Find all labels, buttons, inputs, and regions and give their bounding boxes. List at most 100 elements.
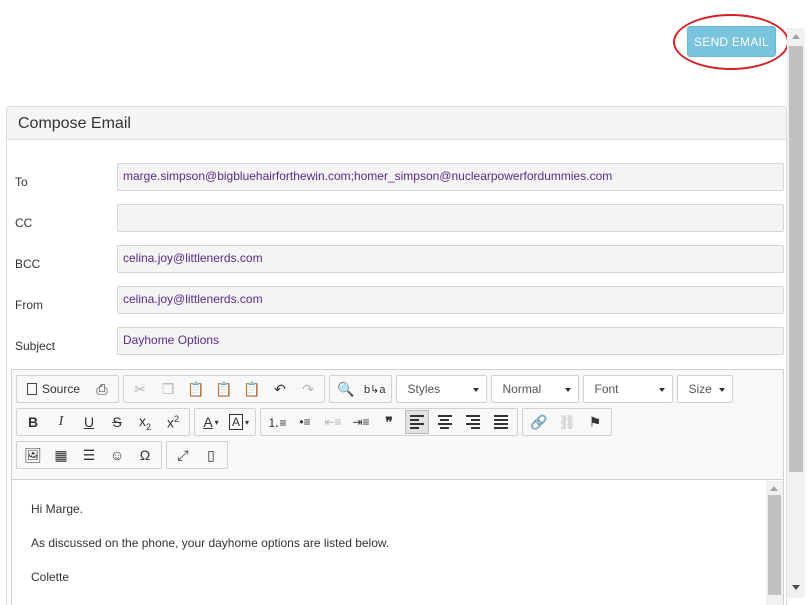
bcc-label: BCC <box>15 257 41 271</box>
align-right-button[interactable] <box>461 410 485 434</box>
source-label: Source <box>42 382 81 396</box>
to-field[interactable]: marge.simpson@bigbluehairforthewin.com;h… <box>117 163 784 191</box>
from-row: From celina.joy@littlenerds.com <box>7 286 788 314</box>
show-blocks-button[interactable]: ▯ <box>199 443 223 467</box>
strike-icon: S <box>112 414 122 430</box>
outdent-button[interactable]: ⇤≡ <box>321 410 345 434</box>
bold-button[interactable]: B <box>21 410 45 434</box>
paste-button[interactable]: 📋 <box>184 377 208 401</box>
print-button[interactable]: ⎙ <box>90 377 114 401</box>
bg-color-button[interactable]: A ▾ <box>227 410 251 434</box>
find-button[interactable]: 🔍 <box>334 377 358 401</box>
editor-scrollbar-thumb[interactable] <box>768 495 781 595</box>
bulleted-list-button[interactable]: •≡ <box>293 410 317 434</box>
align-left-button[interactable] <box>405 410 430 434</box>
unlink-button[interactable]: ⛓ <box>555 410 579 434</box>
chevron-down-icon: ▾ <box>245 417 250 427</box>
redo-button[interactable]: ↷ <box>296 377 320 401</box>
toolbar-group-links: 🔗 ⛓ ⚑ <box>522 408 613 436</box>
panel-title: Compose Email <box>7 107 786 140</box>
body-line-greeting: Hi Marge. <box>31 502 84 516</box>
flag-icon: ⚑ <box>588 413 602 430</box>
table-icon: ▦ <box>54 446 68 463</box>
scroll-up-arrow-icon[interactable] <box>792 34 800 39</box>
maximize-icon: ⤢ <box>177 446 189 463</box>
indent-icon: ⇥≡ <box>352 415 370 429</box>
copy-icon: ❐ <box>161 380 175 397</box>
image-icon: 🖼 <box>24 446 42 463</box>
editor-content[interactable]: Hi Marge. As discussed on the phone, you… <box>12 481 783 605</box>
font-label: Font <box>594 382 619 396</box>
link-icon: 🔗 <box>530 413 548 430</box>
copy-button[interactable]: ❐ <box>156 377 180 401</box>
align-center-button[interactable] <box>433 410 457 434</box>
smiley-button[interactable]: ☺ <box>105 443 129 467</box>
maximize-button[interactable]: ⤢ <box>171 443 195 467</box>
link-button[interactable]: 🔗 <box>527 410 551 434</box>
superscript-icon: x2 <box>166 413 179 431</box>
font-dropdown[interactable]: Font <box>583 375 674 403</box>
omega-icon: Ω <box>139 447 151 463</box>
cc-label: CC <box>15 216 33 230</box>
editor-toolbar: Source ⎙ ✂ ❐ 📋 📋 📋 ↶ ↷ 🔍 b↳a Styles Norm… <box>12 370 783 480</box>
horizontal-line-button[interactable]: ☰ <box>77 443 101 467</box>
format-dropdown[interactable]: Normal <box>491 375 580 403</box>
redo-icon: ↷ <box>302 380 314 397</box>
search-icon: 🔍 <box>337 380 355 397</box>
compose-email-page: SEND EMAIL Compose Email To marge.simpso… <box>0 0 809 605</box>
bcc-field[interactable]: celina.joy@littlenerds.com <box>117 245 784 273</box>
size-dropdown[interactable]: Size <box>677 375 734 403</box>
undo-icon: ↶ <box>274 380 286 397</box>
scroll-down-arrow-icon[interactable] <box>792 585 800 590</box>
underline-button[interactable]: U <box>77 410 101 434</box>
chevron-down-icon <box>719 388 726 392</box>
subject-field[interactable]: Dayhome Options <box>117 327 784 355</box>
italic-button[interactable]: I <box>49 410 73 434</box>
strike-button[interactable]: S <box>105 410 129 434</box>
anchor-button[interactable]: ⚑ <box>583 410 607 434</box>
subject-row: Subject Dayhome Options <box>7 327 788 355</box>
toolbar-group-insert: 🖼 ▦ ☰ ☺ Ω <box>16 441 162 469</box>
image-button[interactable]: 🖼 <box>21 443 45 467</box>
replace-button[interactable]: b↳a <box>362 377 387 401</box>
indent-button[interactable]: ⇥≡ <box>349 410 373 434</box>
unlink-icon: ⛓ <box>558 413 576 430</box>
scroll-up-arrow-icon[interactable] <box>770 486 778 491</box>
undo-button[interactable]: ↶ <box>268 377 292 401</box>
subject-label: Subject <box>15 339 56 353</box>
underline-icon: U <box>83 414 95 430</box>
toolbar-group-find: 🔍 b↳a <box>329 375 393 403</box>
from-field[interactable]: celina.joy@littlenerds.com <box>117 286 784 314</box>
paste-text-button[interactable]: 📋 <box>212 377 236 401</box>
source-button[interactable]: Source <box>21 377 86 401</box>
cut-button[interactable]: ✂ <box>128 377 152 401</box>
styles-dropdown[interactable]: Styles <box>396 375 488 403</box>
paste-word-icon: 📋 <box>243 380 261 397</box>
page-scrollbar[interactable] <box>787 28 805 598</box>
justify-button[interactable] <box>489 410 513 434</box>
bold-icon: B <box>27 414 39 430</box>
italic-icon: I <box>58 414 64 429</box>
cc-field[interactable] <box>117 204 784 232</box>
toolbar-group-document: Source ⎙ <box>16 375 120 403</box>
paste-text-icon: 📋 <box>215 380 233 397</box>
send-email-button[interactable]: SEND EMAIL <box>687 26 776 57</box>
blockquote-button[interactable]: ❞ <box>377 410 401 434</box>
text-color-button[interactable]: A ▾ <box>199 410 223 434</box>
paste-icon: 📋 <box>187 380 205 397</box>
align-right-icon <box>466 413 481 431</box>
to-row: To marge.simpson@bigbluehairforthewin.co… <box>7 163 788 191</box>
special-char-button[interactable]: Ω <box>133 443 157 467</box>
bcc-row: BCC celina.joy@littlenerds.com <box>7 245 788 273</box>
replace-icon: b↳a <box>364 383 386 396</box>
paste-word-button[interactable]: 📋 <box>240 377 264 401</box>
subscript-button[interactable]: x2 <box>133 410 157 434</box>
superscript-button[interactable]: x2 <box>161 410 185 434</box>
editor-scrollbar[interactable] <box>766 481 783 605</box>
numbered-list-button[interactable]: ⒈≡ <box>265 410 289 434</box>
print-icon: ⎙ <box>96 380 108 397</box>
table-button[interactable]: ▦ <box>49 443 73 467</box>
cut-icon: ✂ <box>134 380 146 397</box>
scrollbar-thumb[interactable] <box>789 46 803 472</box>
chevron-down-icon <box>565 388 572 392</box>
